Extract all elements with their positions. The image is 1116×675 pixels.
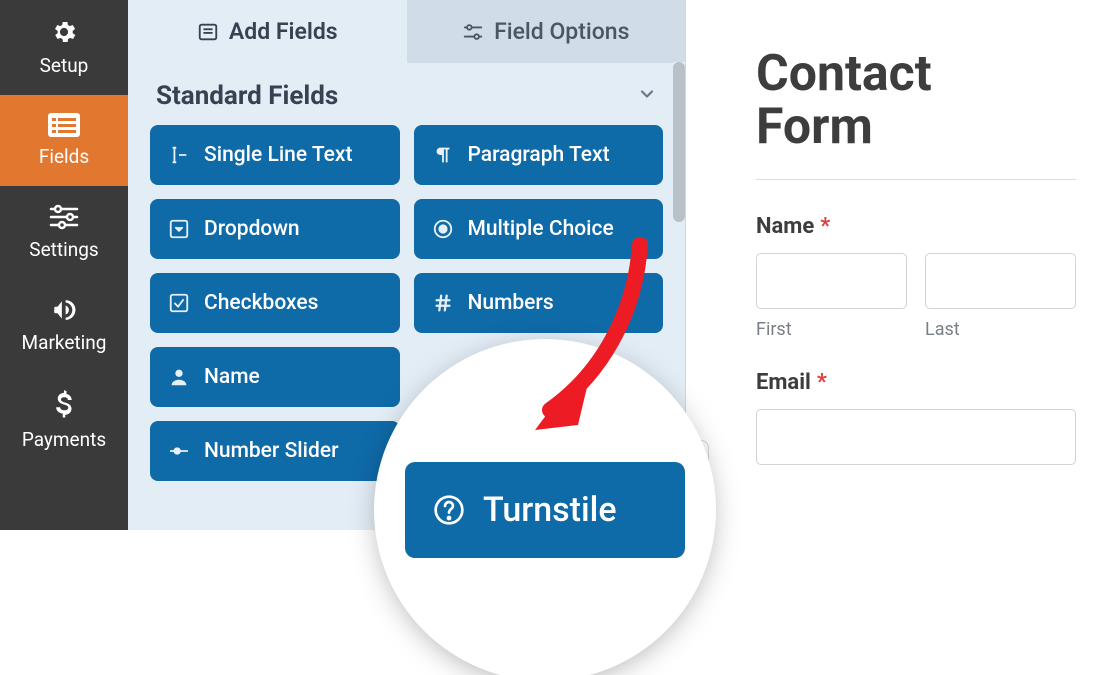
nav-label: Settings [29,238,98,261]
tab-label: Add Fields [229,18,338,45]
section-title: Standard Fields [156,81,338,111]
field-number-slider[interactable]: Number Slider [150,421,400,481]
nav-item-settings[interactable]: Settings [0,186,128,279]
email-input[interactable] [756,409,1076,465]
dollar-icon [54,390,74,420]
field-label: Multiple Choice [468,217,614,241]
label-name: Name* [756,214,1076,239]
list-icon [48,113,80,137]
divider [756,179,1076,180]
field-label: Checkboxes [204,291,318,315]
nav-label: Marketing [22,331,107,354]
section-header-standard[interactable]: Standard Fields [128,63,685,125]
form-title: Contact Form [756,48,1076,153]
slider-icon [168,440,190,462]
form-icon [197,21,219,43]
field-multiple-choice[interactable]: Multiple Choice [414,199,664,259]
last-sublabel: Last [925,319,1076,340]
nav-label: Setup [40,54,89,77]
question-circle-icon [433,494,465,526]
pilcrow-icon [432,144,454,166]
field-name[interactable]: Name [150,347,400,407]
builder-tabs: Add Fields Field Options [128,0,685,63]
nav-sidebar: Setup Fields Settings Marketing Payments [0,0,128,530]
chevron-down-icon [637,84,657,108]
hash-icon [432,292,454,314]
field-label: Number Slider [204,439,339,463]
tab-label: Field Options [494,18,629,45]
tab-add-fields[interactable]: Add Fields [128,0,407,63]
megaphone-icon [49,297,79,323]
required-asterisk: * [817,370,827,395]
preview-panel: Contact Form Name* First Last Email* [686,0,1116,530]
last-name-input[interactable] [925,253,1076,309]
field-label: Dropdown [204,217,300,241]
field-label: Numbers [468,291,554,315]
caret-square-icon [168,218,190,240]
nav-label: Fields [39,145,89,168]
name-row: First Last [756,253,1076,340]
text-cursor-icon [168,144,190,166]
nav-item-marketing[interactable]: Marketing [0,279,128,372]
field-paragraph-text[interactable]: Paragraph Text [414,125,664,185]
magnifier-annotation: Turnstile [380,345,710,675]
sliders-icon [462,22,484,42]
checkbox-icon [168,292,190,314]
user-icon [168,366,190,388]
field-checkboxes[interactable]: Checkboxes [150,273,400,333]
gear-icon [50,18,78,46]
nav-label: Payments [22,428,106,451]
field-numbers[interactable]: Numbers [414,273,664,333]
first-name-input[interactable] [756,253,907,309]
field-label: Name [204,365,260,389]
field-label: Turnstile [483,490,617,530]
field-label: Single Line Text [204,143,352,167]
label-email: Email* [756,370,1076,395]
field-single-line-text[interactable]: Single Line Text [150,125,400,185]
field-dropdown[interactable]: Dropdown [150,199,400,259]
nav-item-setup[interactable]: Setup [0,0,128,95]
nav-item-fields[interactable]: Fields [0,95,128,186]
first-sublabel: First [756,319,907,340]
required-asterisk: * [820,214,830,239]
sliders-icon [49,204,79,230]
scrollbar-thumb[interactable] [673,62,685,222]
radio-icon [432,218,454,240]
field-label: Paragraph Text [468,143,610,167]
field-turnstile[interactable]: Turnstile [405,462,685,558]
nav-item-payments[interactable]: Payments [0,372,128,469]
tab-field-options[interactable]: Field Options [407,0,686,63]
